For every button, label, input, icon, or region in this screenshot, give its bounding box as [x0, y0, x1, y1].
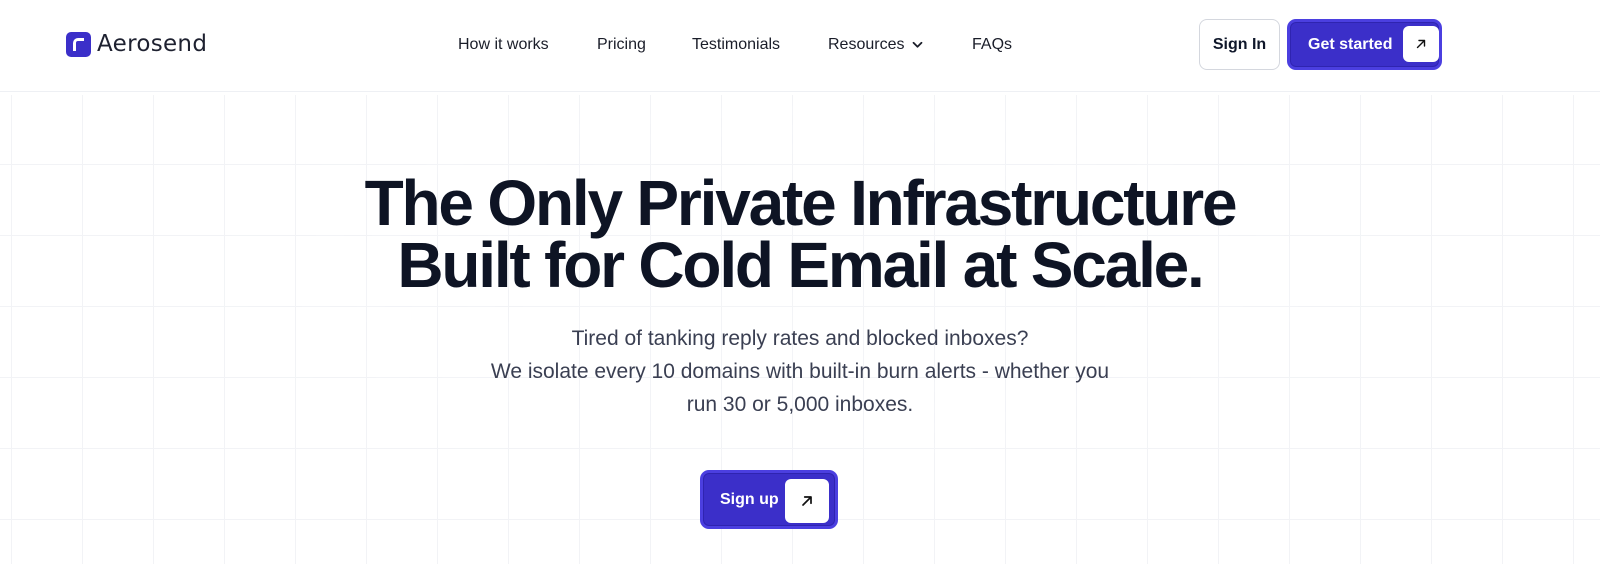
hero-subtitle-line-2: We isolate every 10 domains with built-i…: [490, 360, 1110, 383]
get-started-button[interactable]: Get started: [1287, 19, 1442, 70]
nav-resources-label: Resources: [828, 36, 905, 54]
nav-faqs[interactable]: FAQs: [972, 33, 1012, 57]
chevron-down-icon: [912, 33, 923, 57]
get-started-label: Get started: [1308, 36, 1393, 53]
hero-title-line-1: The Only Private Infrastructure: [364, 167, 1238, 239]
sign-up-button[interactable]: Sign up: [700, 470, 838, 529]
nav-testimonials[interactable]: Testimonials: [692, 33, 780, 57]
sign-in-button[interactable]: Sign In: [1199, 19, 1280, 70]
site-header: Aerosend How it works Pricing Testimonia…: [0, 0, 1600, 92]
hero-title-line-2: Built for Cold Email at Scale.: [397, 229, 1204, 301]
hero-subtitle: Tired of tanking reply rates and blocked…: [0, 322, 1600, 421]
arrow-up-right-icon: [1403, 26, 1439, 62]
landing-page: Aerosend How it works Pricing Testimonia…: [0, 0, 1600, 564]
hero-subtitle-line-3: run 30 or 5,000 inboxes.: [686, 393, 914, 416]
hero-title: The Only Private Infrastructure Built fo…: [0, 167, 1600, 301]
hero-subtitle-line-1: Tired of tanking reply rates and blocked…: [571, 327, 1029, 350]
arrow-up-right-icon: [785, 479, 829, 523]
nav-resources[interactable]: Resources: [828, 33, 923, 57]
nav-how-it-works[interactable]: How it works: [458, 33, 549, 57]
nav-pricing[interactable]: Pricing: [597, 33, 646, 57]
sign-up-label: Sign up: [720, 491, 779, 508]
